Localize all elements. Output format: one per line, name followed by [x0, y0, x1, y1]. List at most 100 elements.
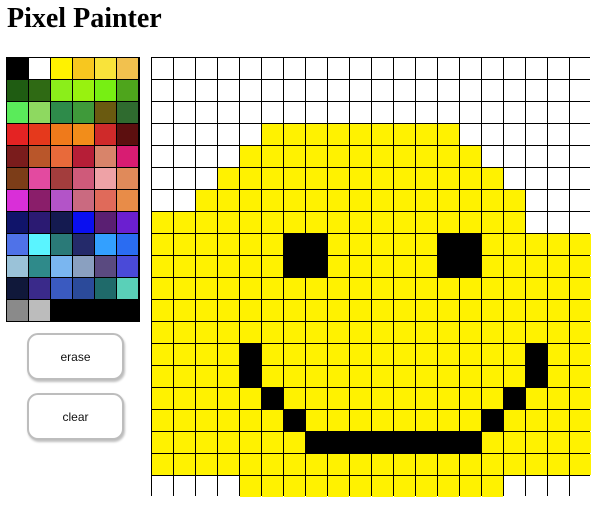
canvas-pixel[interactable] [548, 366, 569, 387]
canvas-pixel[interactable] [372, 366, 393, 387]
canvas-pixel[interactable] [262, 388, 283, 409]
canvas-pixel[interactable] [482, 256, 503, 277]
canvas-pixel[interactable] [482, 58, 503, 79]
canvas-pixel[interactable] [174, 58, 195, 79]
canvas-pixel[interactable] [482, 344, 503, 365]
canvas-pixel[interactable] [284, 454, 305, 475]
canvas-pixel[interactable] [240, 146, 261, 167]
palette-swatch[interactable] [73, 80, 94, 101]
canvas-pixel[interactable] [350, 322, 371, 343]
canvas-pixel[interactable] [394, 168, 415, 189]
palette-swatch[interactable] [29, 102, 50, 123]
canvas-pixel[interactable] [152, 102, 173, 123]
canvas-pixel[interactable] [504, 410, 525, 431]
canvas-pixel[interactable] [570, 102, 591, 123]
canvas-pixel[interactable] [152, 366, 173, 387]
canvas-pixel[interactable] [526, 432, 547, 453]
canvas-pixel[interactable] [350, 168, 371, 189]
palette-swatch[interactable] [29, 278, 50, 299]
canvas-pixel[interactable] [548, 190, 569, 211]
canvas-pixel[interactable] [570, 168, 591, 189]
canvas-pixel[interactable] [504, 278, 525, 299]
canvas-pixel[interactable] [328, 212, 349, 233]
canvas-pixel[interactable] [196, 300, 217, 321]
canvas-pixel[interactable] [240, 366, 261, 387]
canvas-pixel[interactable] [394, 300, 415, 321]
canvas-pixel[interactable] [306, 278, 327, 299]
canvas-pixel[interactable] [218, 322, 239, 343]
canvas-pixel[interactable] [416, 476, 437, 497]
canvas-pixel[interactable] [570, 124, 591, 145]
canvas-pixel[interactable] [284, 80, 305, 101]
canvas-pixel[interactable] [438, 190, 459, 211]
palette-swatch[interactable] [51, 256, 72, 277]
canvas-pixel[interactable] [372, 212, 393, 233]
canvas-pixel[interactable] [240, 278, 261, 299]
palette-swatch[interactable] [29, 80, 50, 101]
canvas-pixel[interactable] [504, 366, 525, 387]
palette-swatch[interactable] [117, 80, 138, 101]
canvas-pixel[interactable] [394, 190, 415, 211]
canvas-pixel[interactable] [174, 410, 195, 431]
canvas-pixel[interactable] [218, 80, 239, 101]
canvas-pixel[interactable] [350, 58, 371, 79]
canvas-pixel[interactable] [460, 58, 481, 79]
canvas-pixel[interactable] [482, 366, 503, 387]
palette-swatch[interactable] [29, 168, 50, 189]
canvas-pixel[interactable] [482, 388, 503, 409]
canvas-pixel[interactable] [570, 300, 591, 321]
canvas-pixel[interactable] [284, 168, 305, 189]
canvas-pixel[interactable] [328, 124, 349, 145]
canvas-pixel[interactable] [482, 102, 503, 123]
canvas-pixel[interactable] [504, 212, 525, 233]
canvas-pixel[interactable] [306, 80, 327, 101]
canvas-pixel[interactable] [438, 234, 459, 255]
canvas-pixel[interactable] [350, 388, 371, 409]
canvas-pixel[interactable] [394, 366, 415, 387]
palette-swatch[interactable] [95, 146, 116, 167]
canvas-pixel[interactable] [416, 212, 437, 233]
canvas-pixel[interactable] [262, 322, 283, 343]
canvas-pixel[interactable] [152, 146, 173, 167]
canvas-pixel[interactable] [152, 234, 173, 255]
canvas-pixel[interactable] [526, 476, 547, 497]
canvas-pixel[interactable] [262, 190, 283, 211]
canvas-pixel[interactable] [460, 80, 481, 101]
canvas-pixel[interactable] [196, 256, 217, 277]
canvas-pixel[interactable] [306, 124, 327, 145]
canvas-pixel[interactable] [174, 256, 195, 277]
canvas-pixel[interactable] [262, 300, 283, 321]
canvas-pixel[interactable] [372, 256, 393, 277]
canvas-pixel[interactable] [526, 124, 547, 145]
canvas-pixel[interactable] [262, 256, 283, 277]
canvas-pixel[interactable] [196, 322, 217, 343]
canvas-pixel[interactable] [218, 256, 239, 277]
canvas-pixel[interactable] [504, 256, 525, 277]
canvas-pixel[interactable] [240, 454, 261, 475]
palette-swatch[interactable] [117, 234, 138, 255]
canvas-pixel[interactable] [394, 410, 415, 431]
canvas-pixel[interactable] [262, 124, 283, 145]
palette-swatch[interactable] [95, 58, 116, 79]
canvas-pixel[interactable] [262, 410, 283, 431]
canvas-pixel[interactable] [504, 476, 525, 497]
canvas-pixel[interactable] [504, 168, 525, 189]
canvas-pixel[interactable] [526, 234, 547, 255]
canvas-pixel[interactable] [306, 410, 327, 431]
canvas-pixel[interactable] [482, 190, 503, 211]
canvas-pixel[interactable] [416, 234, 437, 255]
canvas-pixel[interactable] [548, 256, 569, 277]
canvas-pixel[interactable] [438, 388, 459, 409]
canvas-pixel[interactable] [218, 278, 239, 299]
canvas-pixel[interactable] [372, 190, 393, 211]
canvas-pixel[interactable] [372, 410, 393, 431]
canvas-pixel[interactable] [152, 124, 173, 145]
canvas-pixel[interactable] [306, 190, 327, 211]
canvas-pixel[interactable] [196, 80, 217, 101]
canvas-pixel[interactable] [394, 80, 415, 101]
canvas-pixel[interactable] [306, 454, 327, 475]
canvas-pixel[interactable] [350, 234, 371, 255]
canvas-pixel[interactable] [174, 190, 195, 211]
canvas-pixel[interactable] [284, 366, 305, 387]
erase-button[interactable]: erase [27, 333, 124, 380]
